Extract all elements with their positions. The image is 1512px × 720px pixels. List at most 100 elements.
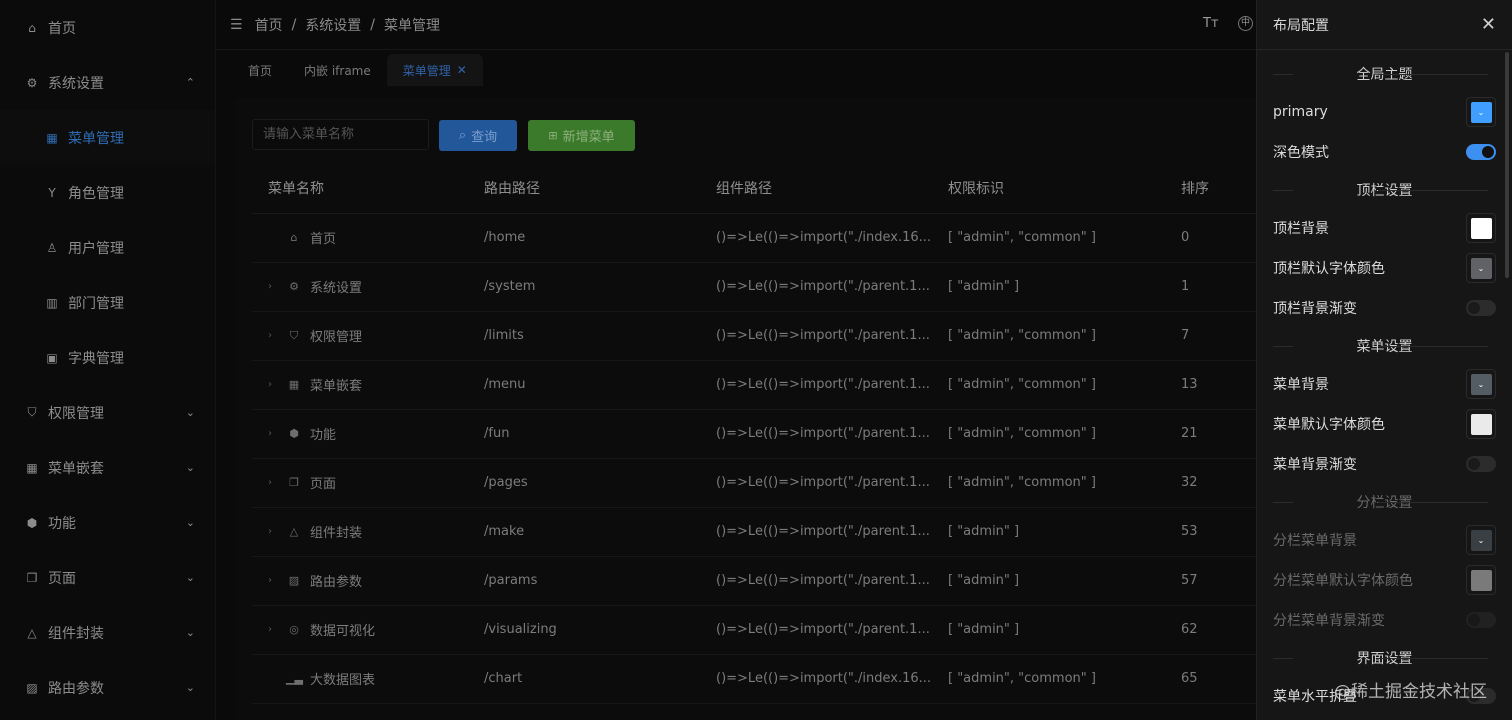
sidebar-item[interactable]: ⬢ 功能 ⌄ [0,495,215,550]
cell-permission: [ "admin", "common" ] [948,213,1181,263]
sidebar-item-label: 部门管理 [68,295,124,312]
copy-icon: ❐ [26,570,38,585]
breadcrumb-home[interactable]: 首页 [255,15,283,35]
breadcrumb-separator: / [370,16,375,33]
setting-label: 顶栏默认字体颜色 [1273,261,1385,277]
sidebar-item[interactable]: △ 组件封装 ⌄ [0,605,215,660]
expand-chevron-icon[interactable]: › [268,281,286,292]
section-divider: 界面设置 [1273,640,1496,676]
color-picker[interactable] [1466,565,1496,595]
expand-chevron-icon[interactable]: › [268,428,286,439]
color-picker[interactable] [1466,409,1496,439]
sidebar: ⌂ 首页 ⚙ 系统设置 ⌃ ▦ 菜单管理 Y 角色管理 ♙ 用户管理 ▥ 部门管理 ▣ 字典管理 ⛉ 权限管理 ⌄… [0,0,216,720]
table-row[interactable]: ▁▃ 大数据图表/chart ()=>Le(()=>import("./index.… [252,654,1256,704]
sidebar-item[interactable]: Y 角色管理 [0,165,215,220]
menu-name: › ◎ 数据可视化 [268,620,484,639]
chat-icon: ◎ [289,623,299,636]
toggle-switch[interactable] [1466,300,1496,316]
expand-chevron-icon[interactable]: › [268,477,286,488]
sidebar-item[interactable]: ♙ 用户管理 [0,220,215,275]
sidebar-item[interactable]: ⛉ 权限管理 ⌄ [0,385,215,440]
folder-add-icon: ⊞ [548,129,558,142]
toggle-switch[interactable] [1466,144,1496,160]
sidebar-item[interactable]: ❐ 页面 ⌄ [0,550,215,605]
sidebar-item[interactable]: ▨ 路由参数 ⌄ [0,660,215,715]
table-row[interactable]: › ◎ 数据可视化/visualizing ()=>Le(()=>import("./… [252,605,1256,655]
color-picker[interactable]: ⌄ [1466,253,1496,283]
setting-row: 分栏菜单默认字体颜色 [1257,560,1512,600]
sidebar-item[interactable]: ⌂ 首页 [0,0,215,55]
sidebar-item[interactable]: ⚙ 系统设置 ⌃ [0,55,215,110]
breadcrumb-system[interactable]: 系统设置 [305,15,361,35]
sidebar-item[interactable]: ▣ 字典管理 [0,330,215,385]
menu-name-text: 首页 [310,232,337,247]
setting-label: 顶栏背景 [1273,221,1329,237]
sidebar-item-label: 功能 [48,515,76,532]
sidebar-item[interactable]: ▦ 菜单管理 [0,110,215,165]
menu-name-text: 路由参数 [310,575,363,590]
toggle-switch[interactable] [1466,612,1496,628]
cell-route-path: /params [484,556,716,606]
font-size-icon[interactable]: Tт [1203,16,1219,31]
grid-icon: ▦ [26,460,38,475]
shapes-icon: △ [289,525,299,538]
tab-iframe[interactable]: 内嵌 iframe [288,54,387,86]
table-row[interactable]: › ▦ 菜单嵌套/menu ()=>Le(()=>import("./parent.1… [252,360,1256,410]
add-menu-button[interactable]: ⊞ 新增菜单 [528,120,635,151]
query-button[interactable]: ⌕ 查询 [439,120,517,151]
cocktail-icon: Y [48,185,56,200]
close-icon[interactable]: ✕ [1481,14,1496,35]
building-icon: ▥ [46,295,58,310]
table-row[interactable]: › ▨ 路由参数/params ()=>Le(()=>import("./parent… [252,556,1256,606]
tab-label: 菜单管理 [402,63,451,78]
sidebar-item-label: 用户管理 [68,240,124,257]
menu-name-text: 组件封装 [310,526,363,541]
table-row[interactable]: › ⛉ 权限管理/limits ()=>Le(()=>import("./parent… [252,311,1256,361]
setting-label: 深色模式 [1273,145,1329,161]
table-row[interactable]: › ⬢ 功能/fun ()=>Le(()=>import("./parent.1...… [252,409,1256,459]
cell-permission: [ "admin" ] [948,507,1181,557]
expand-chevron-icon[interactable]: › [268,526,286,537]
table-row[interactable]: ⌂ 首页/home ()=>Le(()=>import("./index.16...… [252,213,1256,263]
expand-chevron-icon[interactable]: › [268,624,286,635]
color-picker[interactable]: ⌄ [1466,369,1496,399]
color-picker[interactable] [1466,213,1496,243]
setting-label: 菜单背景 [1273,377,1329,393]
close-tab-icon[interactable]: ✕ [457,63,467,77]
watermark: @稀土掘金技术社区 [1334,682,1487,702]
cell-order: 62 [1181,605,1256,655]
tab-bar: 首页 内嵌 iframe 菜单管理 ✕ [216,50,1256,86]
sidebar-item[interactable]: ▦ 菜单嵌套 ⌄ [0,440,215,495]
expand-chevron-icon[interactable]: › [268,575,286,586]
drawer-scrollbar[interactable] [1505,52,1509,278]
home-icon: ⌂ [28,20,36,35]
cell-permission: [ "admin", "common" ] [948,409,1181,459]
color-picker[interactable]: ⌄ [1466,525,1496,555]
setting-label: 分栏菜单背景 [1273,533,1357,549]
setting-label: primary [1273,104,1328,120]
cell-order: 7 [1181,311,1256,361]
cell-menu-name: › ⛉ 权限管理 [252,311,484,361]
menu-collapse-icon[interactable]: ☰ [230,17,243,33]
menu-name: › ⚙ 系统设置 [268,277,484,296]
sidebar-item[interactable]: ▥ 部门管理 [0,275,215,330]
cell-permission: [ "admin", "common" ] [948,360,1181,410]
expand-chevron-icon[interactable]: › [268,379,286,390]
color-picker[interactable]: ⌄ [1466,97,1496,127]
cell-order: 65 [1181,654,1256,704]
setting-row: 顶栏背景 [1257,208,1512,248]
expand-chevron-icon[interactable]: › [268,330,286,341]
language-icon[interactable]: 中 [1238,16,1253,31]
menu-name-search-input[interactable]: 请输入菜单名称 [252,119,429,150]
toggle-switch[interactable] [1466,456,1496,472]
table-row[interactable]: › ⚙ 系统设置/system ()=>Le(()=>import("./parent… [252,262,1256,312]
cell-component-path: ()=>Le(()=>import("./parent.1... [716,262,948,312]
color-swatch: ⌄ [1470,529,1492,551]
grid-icon: ▦ [288,378,300,391]
tab-menu-management[interactable]: 菜单管理 ✕ [386,54,483,86]
table-row[interactable]: › ❐ 页面/pages ()=>Le(()=>import("./parent.1.… [252,458,1256,508]
tab-home[interactable]: 首页 [232,54,288,86]
table-row[interactable]: › △ 组件封装/make ()=>Le(()=>import("./parent.1… [252,507,1256,557]
cell-menu-name: ▁▃ 大数据图表 [252,654,484,704]
setting-row: 菜单默认字体颜色 [1257,404,1512,444]
